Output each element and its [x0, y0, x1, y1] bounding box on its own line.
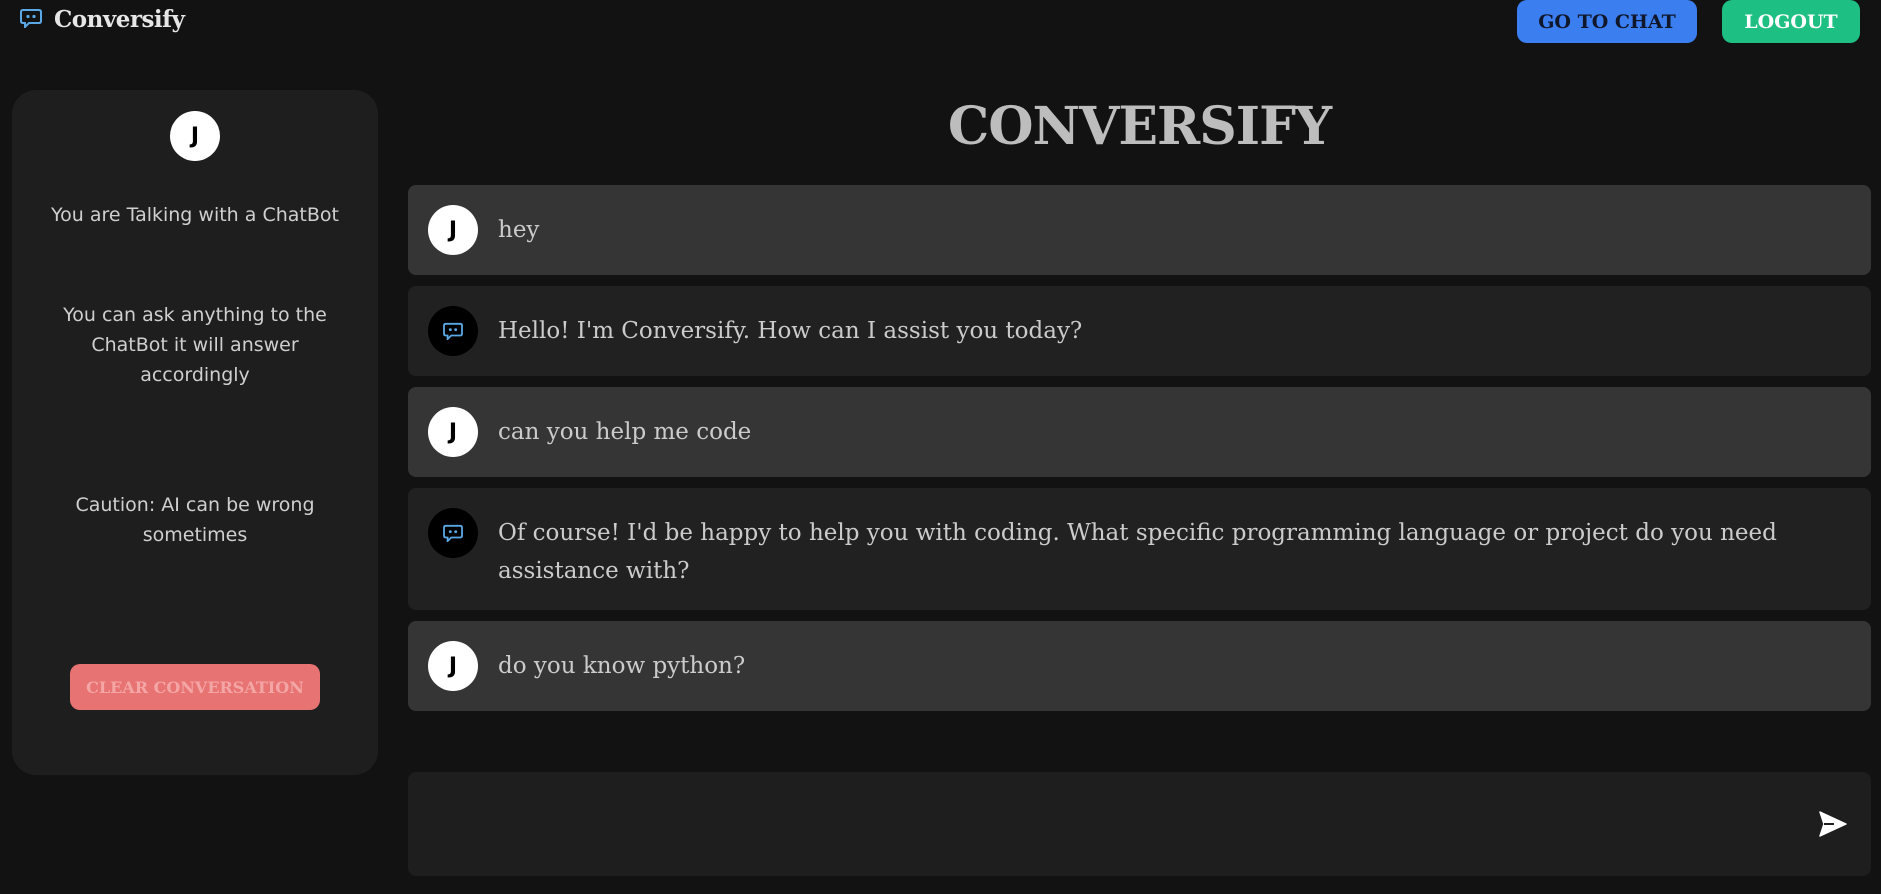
go-to-chat-button[interactable]: GO TO CHAT: [1517, 0, 1697, 43]
message-text: do you know python?: [498, 653, 746, 679]
message-text: hey: [498, 217, 540, 243]
message-text: Of course! I'd be happy to help you with…: [498, 520, 1777, 584]
send-icon[interactable]: [1818, 810, 1848, 838]
chatbot-icon: [20, 8, 42, 32]
message-text: Hello! I'm Conversify. How can I assist …: [498, 318, 1083, 344]
brand-logo[interactable]: Conversify: [20, 6, 185, 33]
message-composer: [408, 772, 1871, 876]
message-input[interactable]: [428, 792, 1798, 856]
chat-message-user: J hey: [408, 185, 1871, 275]
chatbot-icon: [428, 306, 478, 356]
brand-name: Conversify: [54, 6, 185, 33]
sidebar-info-ask: You can ask anything to the ChatBot it w…: [63, 304, 327, 386]
user-avatar: J: [428, 641, 478, 691]
page-title: CONVERSIFY: [947, 96, 1332, 157]
user-avatar: J: [428, 407, 478, 457]
user-avatar: J: [170, 111, 220, 161]
user-avatar: J: [428, 205, 478, 255]
clear-conversation-button[interactable]: CLEAR CONVERSATION: [70, 664, 320, 710]
chatbot-icon: [428, 508, 478, 558]
top-navbar: Conversify GO TO CHAT LOGOUT: [0, 0, 1881, 48]
sidebar-info-chatbot: You are Talking with a ChatBot: [51, 204, 339, 226]
chat-message-user: J do you know python?: [408, 621, 1871, 711]
message-text: can you help me code: [498, 419, 752, 445]
sidebar-caution: Caution: AI can be wrong sometimes: [75, 494, 315, 546]
logout-button[interactable]: LOGOUT: [1722, 0, 1860, 43]
chat-message-bot: Hello! I'm Conversify. How can I assist …: [408, 286, 1871, 376]
sidebar: J You are Talking with a ChatBot You can…: [12, 90, 378, 775]
chat-message-user: J can you help me code: [408, 387, 1871, 477]
chat-message-bot: Of course! I'd be happy to help you with…: [408, 488, 1871, 610]
chat-messages: J hey Hello! I'm Conversify. How can I a…: [408, 185, 1871, 722]
